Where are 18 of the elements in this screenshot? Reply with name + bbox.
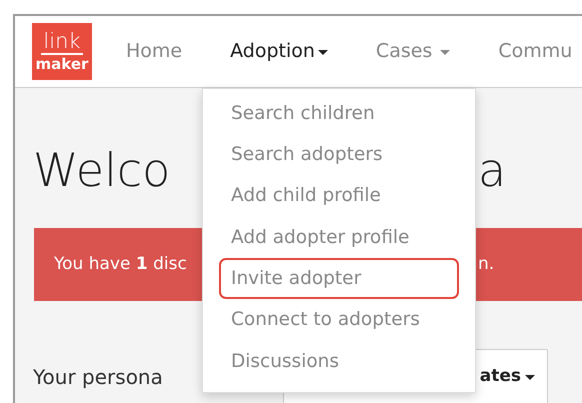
logo[interactable]: link maker	[32, 23, 92, 80]
alert-text: You have 1 disc	[54, 254, 187, 274]
caret-icon	[525, 374, 535, 380]
nav-link[interactable]: Cases	[376, 37, 450, 66]
menu-item[interactable]: Connect to adopters	[219, 299, 459, 341]
menu-item[interactable]: Add child profile	[219, 176, 459, 217]
nav-link[interactable]: Adoption	[230, 37, 328, 66]
section-title: Your persona	[33, 365, 163, 389]
heading-fragment: a	[478, 147, 506, 193]
menu-item[interactable]: Search children	[219, 93, 459, 134]
heading-fragment: Welco	[33, 143, 170, 197]
nav-link[interactable]: Home	[126, 37, 182, 66]
menu-item[interactable]: Search adopters	[219, 134, 459, 176]
menu-item[interactable]: Discussions	[219, 340, 459, 382]
nav-link[interactable]: Commu	[498, 37, 572, 66]
menu-item[interactable]: Add adopter profile	[219, 216, 459, 258]
alert-text: n.	[478, 252, 494, 276]
menu-item[interactable]: Invite adopter	[219, 258, 459, 300]
